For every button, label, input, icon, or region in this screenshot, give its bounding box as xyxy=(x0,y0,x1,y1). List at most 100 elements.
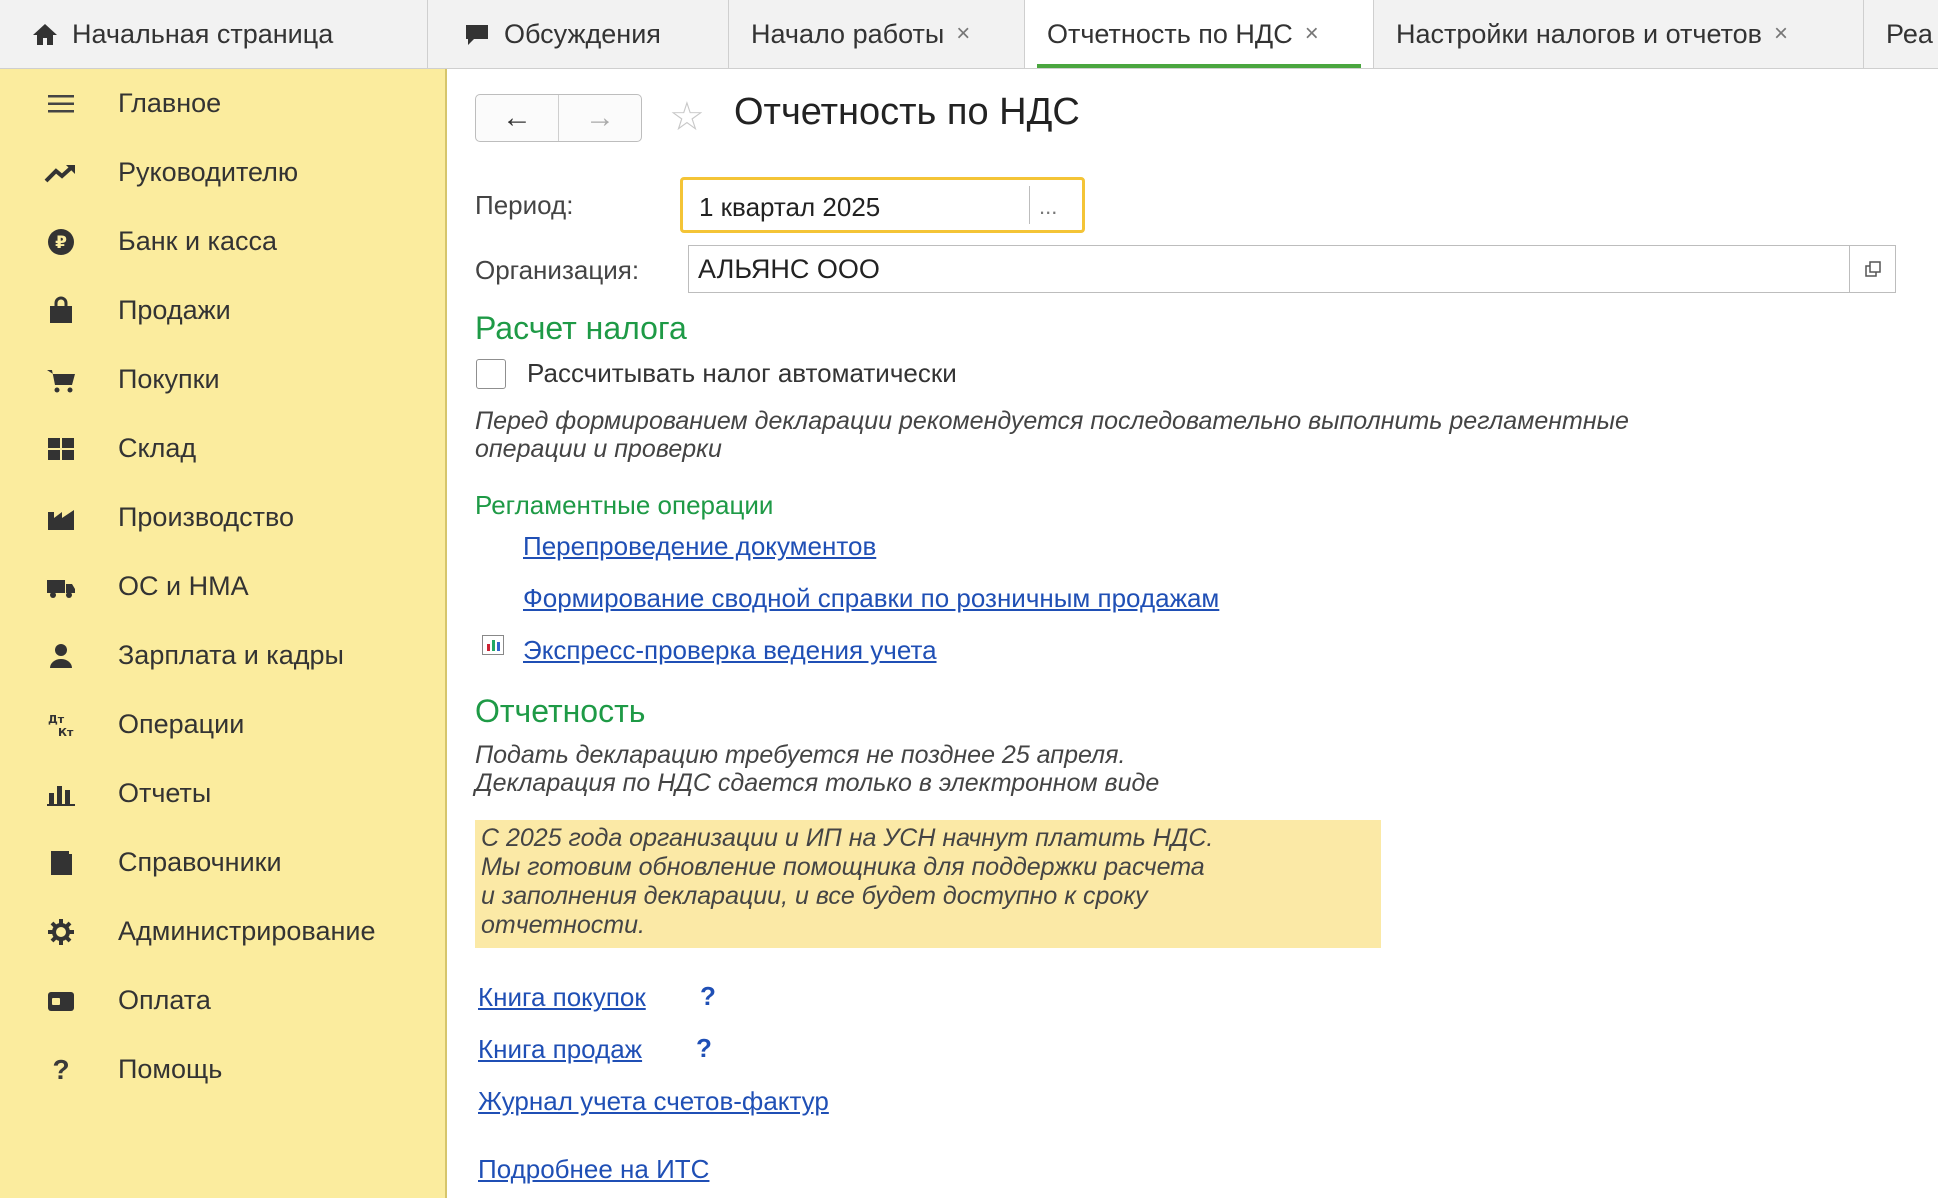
sidebar-item-reports[interactable]: Отчеты xyxy=(0,759,445,828)
sidebar-item-payment[interactable]: Оплата xyxy=(0,966,445,1035)
sidebar-item-sales[interactable]: Продажи xyxy=(0,276,445,345)
sidebar-item-bank[interactable]: ₽ Банк и касса xyxy=(0,207,445,276)
tab-home[interactable]: Начальная страница xyxy=(0,0,428,68)
repost-documents-link[interactable]: Перепроведение документов xyxy=(523,531,876,562)
warning-line: отчетности. xyxy=(481,911,645,939)
purchase-book-link[interactable]: Книга покупок xyxy=(478,982,646,1013)
tab-label: Настройки налогов и отчетов xyxy=(1396,18,1762,49)
sidebar-item-label: Отчеты xyxy=(118,778,212,808)
organization-label: Организация: xyxy=(475,255,640,285)
tab-tax-settings[interactable]: Настройки налогов и отчетов × xyxy=(1374,0,1864,68)
open-organization-button[interactable] xyxy=(1849,245,1896,293)
dt-kt-icon: Дт Кт xyxy=(44,708,78,742)
sidebar-item-label: Главное xyxy=(118,88,222,118)
sidebar-item-label: Продажи xyxy=(118,295,231,325)
divider xyxy=(1029,186,1030,224)
sidebar-item-operations[interactable]: Дт Кт Операции xyxy=(0,690,445,759)
note-line: Декларация по НДС сдается только в элект… xyxy=(475,769,1160,797)
sidebar-item-label: Склад xyxy=(118,433,197,463)
gear-icon xyxy=(44,915,78,949)
tab-bar: Начальная страница Обсуждения Начало раб… xyxy=(0,0,1938,69)
organization-value: АЛЬЯНС ООО xyxy=(698,254,880,284)
sales-book-help-icon[interactable]: ? xyxy=(696,1033,712,1064)
svg-text:Дт: Дт xyxy=(48,713,65,726)
deadline-note: Подать декларацию требуется не позднее 2… xyxy=(475,741,1159,797)
sidebar-item-label: Банк и касса xyxy=(118,226,277,256)
svg-text:₽: ₽ xyxy=(55,233,67,253)
tab-label: Обсуждения xyxy=(504,18,661,49)
book-icon xyxy=(44,846,78,880)
period-label: Период: xyxy=(475,190,574,220)
wallet-icon xyxy=(44,984,78,1018)
close-icon[interactable]: × xyxy=(1774,20,1788,48)
purchase-book-help-icon[interactable]: ? xyxy=(700,981,716,1012)
sidebar-item-label: Покупки xyxy=(118,364,220,394)
tab-vat-reporting[interactable]: Отчетность по НДС × xyxy=(1025,0,1374,68)
report-icon xyxy=(482,635,504,655)
cart-icon xyxy=(44,363,78,397)
period-field[interactable]: 1 квартал 2025 ... xyxy=(680,177,1085,233)
svg-text:Кт: Кт xyxy=(58,726,74,739)
tab-label: Начальная страница xyxy=(72,18,334,49)
sidebar-item-admin[interactable]: Администрирование xyxy=(0,897,445,966)
sidebar-item-manager[interactable]: Руководителю xyxy=(0,138,445,207)
tab-getting-started[interactable]: Начало работы × xyxy=(729,0,1025,68)
favorite-star-icon[interactable]: ☆ xyxy=(669,95,713,139)
close-icon[interactable]: × xyxy=(1305,20,1319,48)
close-icon[interactable]: × xyxy=(956,20,970,48)
truck-icon xyxy=(44,570,78,604)
sidebar-item-label: Оплата xyxy=(118,985,211,1015)
usn-vat-warning: С 2025 года организации и ИП на УСН начн… xyxy=(475,820,1381,948)
sidebar-item-label: Операции xyxy=(118,709,245,739)
home-icon xyxy=(33,24,57,45)
sidebar-item-label: Администрирование xyxy=(118,916,376,946)
reporting-heading: Отчетность xyxy=(475,693,646,729)
sidebar-item-payroll[interactable]: Зарплата и кадры xyxy=(0,621,445,690)
sidebar-item-assets[interactable]: ОС и НМА xyxy=(0,552,445,621)
sidebar-item-production[interactable]: Производство xyxy=(0,483,445,552)
express-check-link[interactable]: Экспресс-проверка ведения учета xyxy=(523,635,937,666)
warehouse-icon xyxy=(44,432,78,466)
back-button[interactable]: ← xyxy=(476,95,559,141)
sales-book-link[interactable]: Книга продаж xyxy=(478,1034,642,1065)
tab-label: Реа xyxy=(1886,18,1933,49)
sidebar-item-main[interactable]: Главное xyxy=(0,69,445,138)
period-value: 1 квартал 2025 xyxy=(699,192,881,222)
sidebar-item-label: Справочники xyxy=(118,847,282,877)
menu-icon xyxy=(44,87,78,121)
sidebar-item-label: Зарплата и кадры xyxy=(118,640,344,670)
regulatory-ops-heading: Регламентные операции xyxy=(475,490,774,520)
organization-field[interactable]: АЛЬЯНС ООО ▼ xyxy=(688,245,1896,293)
note-line: Перед формированием декларации рекоменду… xyxy=(475,407,1629,435)
forward-button[interactable]: → xyxy=(559,95,641,141)
sidebar-item-purchases[interactable]: Покупки xyxy=(0,345,445,414)
tab-truncated[interactable]: Реа xyxy=(1864,0,1933,68)
auto-calc-checkbox[interactable] xyxy=(476,359,506,389)
retail-summary-link[interactable]: Формирование сводной справки по розничны… xyxy=(523,583,1219,614)
tab-label: Отчетность по НДС xyxy=(1047,18,1293,49)
bar-chart-icon xyxy=(44,777,78,811)
tab-discussions[interactable]: Обсуждения xyxy=(428,0,729,68)
note-line: Подать декларацию требуется не позднее 2… xyxy=(475,741,1126,769)
sidebar-item-warehouse[interactable]: Склад xyxy=(0,414,445,483)
page-title: Отчетность по НДС xyxy=(734,91,1080,133)
tax-calc-heading: Расчет налога xyxy=(475,310,687,346)
sidebar-item-help[interactable]: ? Помощь xyxy=(0,1035,445,1104)
arrow-right-icon: → xyxy=(585,101,615,134)
sidebar-item-label: ОС и НМА xyxy=(118,571,249,601)
warning-line: и заполнения декларации, и все будет дос… xyxy=(481,882,1148,910)
its-details-link[interactable]: Подробнее на ИТС xyxy=(478,1154,709,1185)
sidebar: Главное Руководителю ₽ Банк и касса Прод… xyxy=(0,69,447,1198)
invoice-journal-link[interactable]: Журнал учета счетов-фактур xyxy=(478,1086,829,1117)
sidebar-item-directories[interactable]: Справочники xyxy=(0,828,445,897)
bag-icon xyxy=(44,294,78,328)
help-icon: ? xyxy=(52,1053,70,1085)
factory-icon xyxy=(44,501,78,535)
sidebar-item-label: Производство xyxy=(118,502,295,532)
warning-line: Мы готовим обновление помощника для подд… xyxy=(481,853,1205,881)
chat-icon xyxy=(466,25,488,45)
period-select-button[interactable]: ... xyxy=(1039,194,1057,220)
sidebar-item-label: Помощь xyxy=(118,1054,223,1084)
ruble-icon: ₽ xyxy=(44,225,78,259)
history-nav: ← → xyxy=(475,94,642,142)
